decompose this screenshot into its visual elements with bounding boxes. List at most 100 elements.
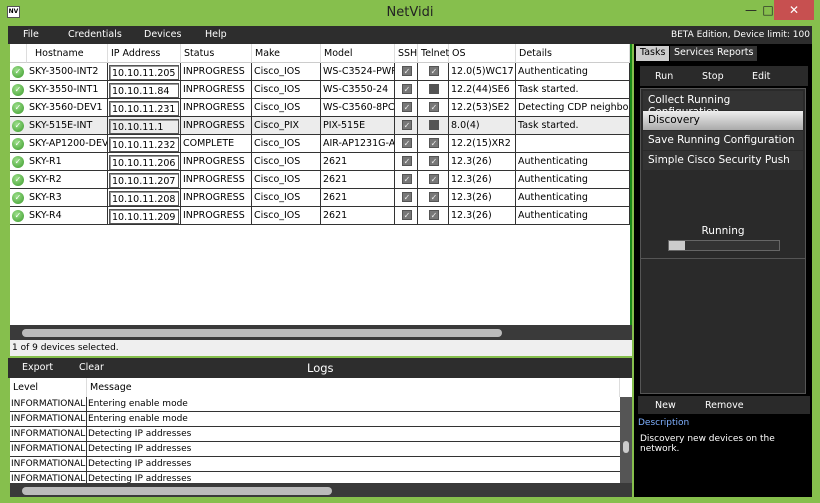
ip-field[interactable]: 10.10.11.1 (109, 119, 179, 134)
column-header-ssh[interactable]: SSH (395, 44, 418, 63)
telnet-checkbox[interactable]: ✓ (429, 174, 439, 184)
table-row[interactable]: ✓ SKY-R4 10.10.11.209 INPROGRESS Cisco_IOS 26… (10, 207, 630, 225)
ssh-checkbox[interactable]: ✓ (402, 66, 412, 76)
telnet-checkbox[interactable]: ✓ (429, 192, 439, 202)
table-row[interactable]: ✓ SKY-3560-DEV1 10.10.11.231 INPROGRESS Cisc… (10, 99, 630, 117)
column-header-details[interactable]: Details (516, 44, 630, 63)
menu-credentials[interactable]: Credentials (68, 29, 122, 40)
table-row[interactable]: ✓ SKY-3500-INT2 10.10.11.205 INPROGRESS Cisc… (10, 63, 630, 81)
ssh-checkbox[interactable]: ✓ (402, 156, 412, 166)
column-header-level[interactable]: Level (10, 378, 87, 397)
minimize-button[interactable]: — (738, 0, 764, 20)
model-cell: WS-C3560-8PC (321, 99, 395, 116)
ip-field[interactable]: 10.10.11.84 (109, 83, 179, 98)
remove-button[interactable]: Remove (705, 400, 744, 411)
column-header-status[interactable]: Status (181, 44, 252, 63)
menu-help[interactable]: Help (205, 29, 227, 40)
ssh-checkbox[interactable]: ✓ (402, 174, 412, 184)
status-cell: INPROGRESS (181, 117, 252, 134)
telnet-checkbox[interactable]: ✓ (429, 138, 439, 148)
tab-reports[interactable]: Reports (713, 46, 758, 61)
telnet-cell: ✓ (418, 207, 449, 224)
log-row[interactable]: INFORMATIONAL Detecting IP addresses (10, 472, 620, 483)
ip-field[interactable]: 10.10.11.231 (109, 101, 179, 116)
hostname-cell: SKY-3500-INT2 (27, 63, 108, 80)
log-row[interactable]: INFORMATIONAL Entering enable mode (10, 412, 620, 427)
tab-tasks[interactable]: Tasks (636, 46, 670, 61)
log-row[interactable]: INFORMATIONAL Detecting IP addresses (10, 457, 620, 472)
run-state: Running (701, 225, 745, 237)
ssh-checkbox[interactable]: ✓ (402, 210, 412, 220)
logs-vertical-scrollbar[interactable] (620, 397, 632, 483)
os-cell: 12.3(26) (449, 153, 516, 170)
table-row[interactable]: ✓ SKY-R1 10.10.11.206 INPROGRESS Cisco_IOS 26… (10, 153, 630, 171)
menu-devices[interactable]: Devices (144, 29, 181, 40)
logs-title: Logs (307, 361, 334, 375)
ssh-checkbox[interactable]: ✓ (402, 102, 412, 112)
task-item[interactable]: Simple Cisco Security Push (643, 151, 803, 170)
status-cell: INPROGRESS (181, 189, 252, 206)
column-header-hostname[interactable]: Hostname (27, 44, 108, 63)
task-item[interactable]: Collect Running Configuration (643, 91, 803, 118)
make-cell: Cisco_IOS (252, 189, 321, 206)
scroll-thumb[interactable] (22, 487, 332, 495)
column-header-make[interactable]: Make (252, 44, 321, 63)
table-row[interactable]: ✓ SKY-R3 10.10.11.208 INPROGRESS Cisco_IOS 26… (10, 189, 630, 207)
log-row[interactable]: INFORMATIONAL Detecting IP addresses (10, 427, 620, 442)
status-cell: INPROGRESS (181, 153, 252, 170)
grid-horizontal-scrollbar[interactable] (10, 325, 632, 340)
menu-file[interactable]: File (23, 29, 39, 40)
table-row[interactable]: ✓ SKY-AP1200-DEV1 10.10.11.232 COMPLETE Cisc… (10, 135, 630, 153)
status-cell: INPROGRESS (181, 81, 252, 98)
model-cell: 2621 (321, 207, 395, 224)
tab-services[interactable]: Services (670, 46, 719, 61)
telnet-checkbox[interactable]: ✓ (429, 102, 439, 112)
table-row[interactable]: ✓ SKY-3550-INT1 10.10.11.84 INPROGRESS Cisco… (10, 81, 630, 99)
details-cell: Task started. (516, 81, 630, 98)
ip-field[interactable]: 10.10.11.208 (109, 191, 179, 206)
edit-button[interactable]: Edit (752, 71, 770, 82)
column-header-os[interactable]: OS (449, 44, 516, 63)
telnet-checkbox[interactable] (429, 120, 439, 130)
clear-button[interactable]: Clear (79, 362, 104, 373)
logs-horizontal-scrollbar[interactable] (10, 483, 632, 497)
log-row[interactable]: INFORMATIONAL Detecting IP addresses (10, 442, 620, 457)
telnet-checkbox[interactable]: ✓ (429, 66, 439, 76)
maximize-button[interactable]: □ (762, 0, 774, 20)
ip-field[interactable]: 10.10.11.207 (109, 173, 179, 188)
table-row[interactable]: ✓ SKY-515E-INT 10.10.11.1 INPROGRESS Cisco_P… (10, 117, 630, 135)
ip-field[interactable]: 10.10.11.205 (109, 65, 179, 80)
column-header-message[interactable]: Message (87, 378, 620, 397)
ssh-checkbox[interactable]: ✓ (402, 192, 412, 202)
ip-field[interactable]: 10.10.11.206 (109, 155, 179, 170)
scroll-thumb[interactable] (22, 329, 502, 337)
close-button[interactable]: ✕ (774, 0, 814, 20)
os-cell: 12.0(5)WC17 (449, 63, 516, 80)
ssh-checkbox[interactable]: ✓ (402, 138, 412, 148)
task-item[interactable]: Save Running Configuration (643, 131, 803, 150)
model-cell: AIR-AP1231G-A-K9 (321, 135, 395, 152)
details-cell: Authenticating (516, 63, 630, 80)
ip-field[interactable]: 10.10.11.232 (109, 137, 179, 152)
table-row[interactable]: ✓ SKY-R2 10.10.11.207 INPROGRESS Cisco_IOS 26… (10, 171, 630, 189)
export-button[interactable]: Export (22, 362, 53, 373)
column-header-ip[interactable]: IP Address (108, 44, 181, 63)
new-button[interactable]: New (655, 400, 676, 411)
stop-button[interactable]: Stop (702, 71, 724, 82)
task-item[interactable]: Discovery (643, 111, 803, 130)
column-header-model[interactable]: Model (321, 44, 395, 63)
make-cell: Cisco_IOS (252, 135, 321, 152)
scroll-thumb[interactable] (623, 441, 629, 453)
log-row[interactable]: INFORMATIONAL Entering enable mode (10, 397, 620, 412)
status-cell: INPROGRESS (181, 99, 252, 116)
selection-status: 1 of 9 devices selected. (10, 340, 632, 356)
ip-field[interactable]: 10.10.11.209 (109, 209, 179, 224)
column-header-telnet[interactable]: Telnet (418, 44, 449, 63)
run-button[interactable]: Run (655, 71, 673, 82)
telnet-checkbox[interactable]: ✓ (429, 210, 439, 220)
ssh-checkbox[interactable]: ✓ (402, 120, 412, 130)
telnet-checkbox[interactable]: ✓ (429, 156, 439, 166)
model-cell: 2621 (321, 189, 395, 206)
telnet-checkbox[interactable] (429, 84, 439, 94)
ssh-checkbox[interactable]: ✓ (402, 84, 412, 94)
